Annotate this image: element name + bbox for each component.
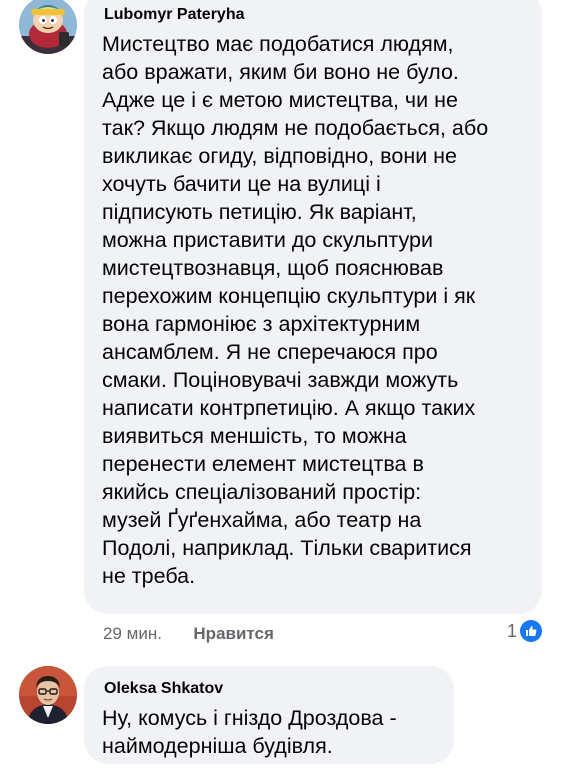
comment: Oleksa Shkatov Ну, комусь і гніздо Дрозд…	[0, 660, 564, 768]
comment-text-line: мистецтвознавця, щоб пояснював	[102, 256, 444, 280]
comment-timestamp[interactable]: 29 мин.	[103, 624, 162, 643]
comment-text-line: якийсь спеціалізований простір:	[102, 480, 422, 504]
reaction-summary[interactable]: 1	[507, 620, 543, 642]
comment-author[interactable]: Lubomyr Pateryha	[104, 6, 244, 24]
comment-text-line: викликає огиду, відповідно, вони не	[102, 144, 458, 168]
comment-text-line: виявиться меншість, то можна	[102, 424, 407, 448]
comment-text-line: підписують петицію. Як варіант,	[102, 200, 417, 224]
comment-text-line: або вражати, яким би воно не було.	[102, 60, 459, 84]
comment-text-line: наймодерніша будівля.	[102, 734, 333, 758]
like-button[interactable]: Нравится	[193, 624, 274, 643]
comment-text: Мистецтво має подобатися людям, або враж…	[102, 30, 488, 590]
comment-meta: 29 мин. Нравится	[103, 624, 274, 644]
comment-text-line: перенести елемент мистецтва в	[102, 452, 424, 476]
comment-text-line: перехожим концепцію скульптури і як	[102, 284, 476, 308]
comment-text-line: ансамблем. Я не сперечаюся про	[102, 340, 438, 364]
avatar[interactable]	[19, 666, 77, 724]
comment-text-line: Подолі, наприклад. Тільки сваритися	[102, 536, 472, 560]
comment-text-line: Адже це і є метою мистецтва, чи не	[102, 88, 458, 112]
cartoon-avatar-icon	[19, 0, 77, 54]
comment-author[interactable]: Oleksa Shkatov	[104, 680, 223, 698]
comment-text-line: написати контрпетицію. А якщо таких	[102, 396, 476, 420]
comment-text-line: вона гармоніює з архітектурним	[102, 312, 421, 336]
comment-text-line: хочуть бачити це на вулиці і	[102, 172, 381, 196]
reaction-count: 1	[507, 620, 518, 641]
comment-text-line: музей Ґуґенхайма, або театр на	[102, 508, 422, 532]
comment-bubble: Oleksa Shkatov Ну, комусь і гніздо Дрозд…	[84, 666, 454, 764]
photo-avatar-icon	[19, 666, 77, 724]
comment-bubble: Lubomyr Pateryha Мистецтво має подобатис…	[84, 0, 542, 614]
comment-text-line: не треба.	[102, 564, 196, 588]
comment-text-line: Мистецтво має подобатися людям,	[102, 32, 454, 56]
comment: Lubomyr Pateryha Мистецтво має подобатис…	[0, 0, 564, 650]
avatar[interactable]	[19, 0, 77, 54]
comment-text: Ну, комусь і гніздо Дроздова - наймодерн…	[102, 704, 397, 760]
comment-text-line: так? Якщо людям не подобається, або	[102, 116, 489, 140]
comment-text-line: можна приставити до скульптури	[102, 228, 433, 252]
like-icon	[520, 620, 543, 642]
comment-text-line: Ну, комусь і гніздо Дроздова -	[102, 706, 397, 730]
comment-text-line: смаки. Поціновувачі завжди можуть	[102, 368, 459, 392]
